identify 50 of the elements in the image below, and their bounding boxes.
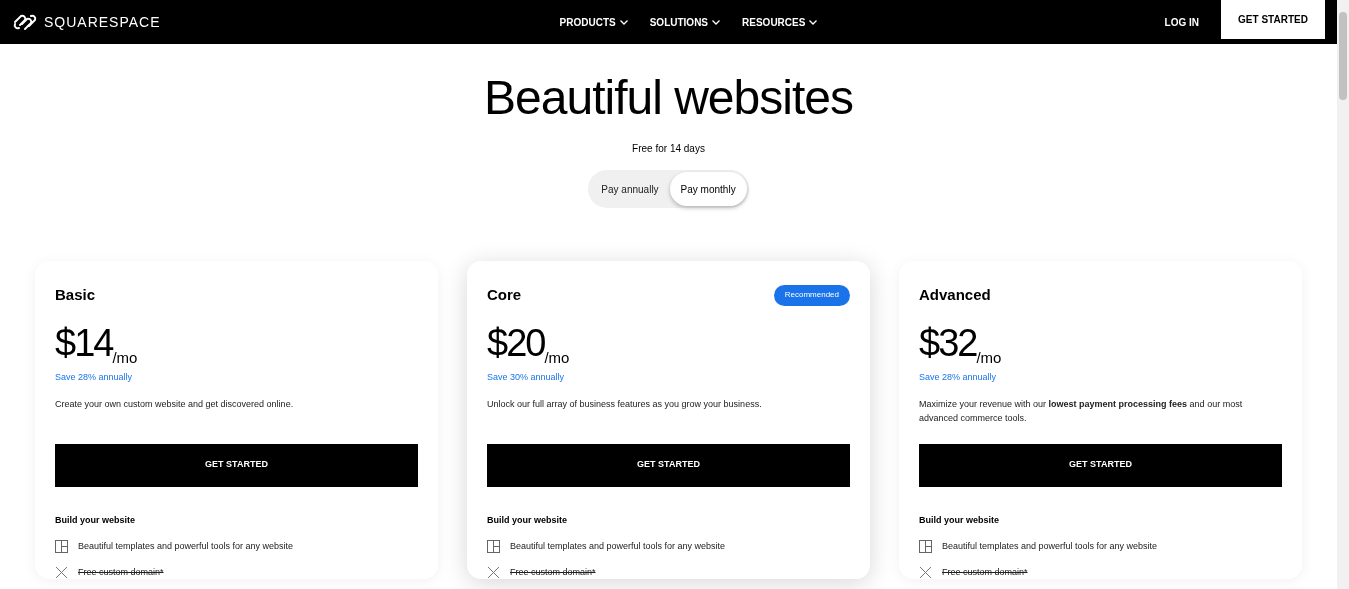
layout-icon bbox=[487, 540, 500, 554]
nav-menu-item[interactable]: SOLUTIONS bbox=[649, 14, 721, 30]
plan-name: Advanced bbox=[919, 284, 991, 305]
plan-description: Maximize your revenue with our lowest payment processing fees and our most advanced commerce tools. bbox=[919, 397, 1244, 425]
price-period: /mo bbox=[112, 349, 138, 367]
x-icon bbox=[919, 565, 932, 579]
scrollbar-thumb[interactable] bbox=[1339, 12, 1347, 100]
plan-price: $20 bbox=[487, 323, 545, 363]
savings-text: Save 30% annually bbox=[487, 371, 566, 384]
chevron-down-icon bbox=[619, 19, 628, 25]
get-started-button[interactable]: GET STARTED bbox=[487, 443, 850, 487]
features-heading: Build your website bbox=[919, 513, 1000, 527]
feature-text: Beautiful templates and powerful tools for any website bbox=[942, 540, 1158, 553]
price-period: /mo bbox=[544, 349, 570, 367]
feature-text: Free custom domain* bbox=[510, 565, 596, 579]
x-icon bbox=[487, 565, 500, 579]
feature-text: Free custom domain* bbox=[78, 565, 164, 579]
features-heading: Build your website bbox=[55, 513, 136, 527]
get-started-button[interactable]: GET STARTED bbox=[1221, 0, 1325, 39]
billing-option-tab[interactable]: Pay annually bbox=[590, 172, 670, 206]
plan-price: $32 bbox=[919, 323, 977, 363]
plan-description: Create your own custom website and get discovered online. bbox=[55, 397, 295, 411]
plan-description: Unlock our full array of business features as you grow your business. bbox=[487, 397, 763, 411]
recommended-badge: Recommended bbox=[773, 284, 850, 306]
plan-price: $14 bbox=[55, 323, 113, 363]
layout-icon bbox=[919, 540, 932, 554]
scrollbar[interactable] bbox=[1337, 0, 1349, 589]
billing-option-tab[interactable]: Pay monthly bbox=[669, 172, 747, 206]
layout-icon bbox=[55, 540, 68, 554]
feature-text: Free custom domain* bbox=[942, 565, 1028, 579]
page-title: Beautiful websites bbox=[484, 70, 853, 126]
get-started-button[interactable]: GET STARTED bbox=[55, 443, 418, 487]
feature-text: Beautiful templates and powerful tools for any website bbox=[78, 540, 294, 553]
price-period: /mo bbox=[976, 349, 1002, 367]
nav-menu-item[interactable]: PRODUCTS bbox=[559, 14, 628, 30]
get-started-button[interactable]: GET STARTED bbox=[919, 443, 1282, 487]
savings-text: Save 28% annually bbox=[919, 371, 998, 384]
page-subtitle: Free for 14 days bbox=[632, 142, 705, 156]
feature-text: Beautiful templates and powerful tools for any website bbox=[510, 540, 726, 553]
logo-text[interactable]: SQUARESPACE bbox=[44, 11, 161, 33]
savings-text: Save 28% annually bbox=[55, 371, 134, 384]
x-icon bbox=[55, 565, 68, 579]
logo-icon[interactable] bbox=[12, 13, 38, 31]
plan-name: Basic bbox=[55, 284, 96, 305]
plan-name: Core bbox=[487, 284, 522, 305]
nav-menu-item[interactable]: RESOURCES bbox=[742, 14, 818, 30]
chevron-down-icon bbox=[809, 19, 818, 25]
login-link[interactable]: LOG IN bbox=[1164, 14, 1199, 30]
features-heading: Build your website bbox=[487, 513, 568, 527]
chevron-down-icon bbox=[712, 19, 721, 25]
